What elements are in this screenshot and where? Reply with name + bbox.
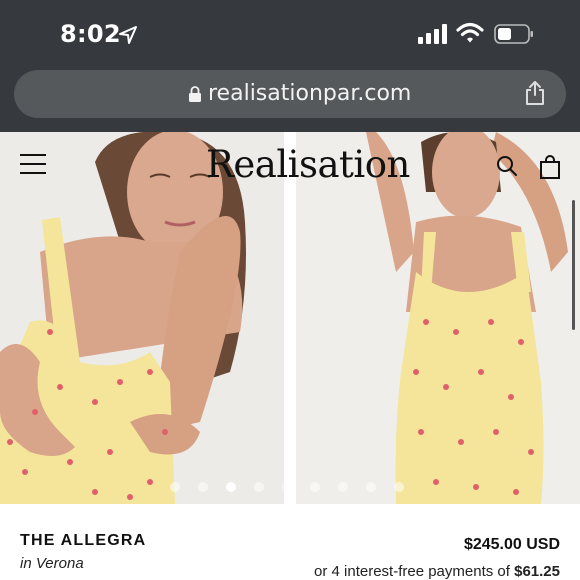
installments-prefix: or 4 interest-free payments of: [314, 563, 510, 580]
product-image-gallery[interactable]: [0, 132, 580, 504]
location-arrow-icon: [119, 26, 137, 44]
battery-icon: [494, 24, 533, 44]
pagination-dot[interactable]: [366, 482, 376, 492]
pagination-dot-active[interactable]: [226, 482, 236, 492]
installments-amount: $61.25: [514, 563, 560, 580]
share-icon[interactable]: [524, 80, 546, 106]
gallery-pagination: [170, 482, 410, 494]
product-color: in Verona: [20, 555, 84, 572]
product-photo-1[interactable]: [0, 132, 284, 504]
pagination-dot[interactable]: [310, 482, 320, 492]
scrollbar[interactable]: [572, 200, 575, 330]
pagination-dot[interactable]: [198, 482, 208, 492]
menu-icon[interactable]: [20, 152, 48, 176]
pagination-dot[interactable]: [394, 482, 404, 492]
pagination-dot[interactable]: [338, 482, 348, 492]
brand-logo[interactable]: Realisation: [206, 143, 410, 186]
product-color-prefix: in: [20, 555, 32, 572]
pagination-dot[interactable]: [282, 482, 292, 492]
pagination-dot[interactable]: [254, 482, 264, 492]
product-color-value: Verona: [35, 555, 84, 572]
product-photo-2[interactable]: [296, 132, 580, 504]
lock-icon: [189, 86, 201, 102]
installments-text: or 4 interest-free payments of $61.25: [314, 563, 560, 580]
product-name: THE ALLEGRA: [20, 532, 147, 549]
url-text[interactable]: realisationpar.com: [208, 81, 411, 106]
wifi-icon: [456, 22, 484, 43]
pagination-dot[interactable]: [170, 482, 180, 492]
product-price: $245.00 USD: [463, 536, 560, 553]
shopping-bag-icon[interactable]: [540, 155, 560, 179]
signal-icon: [418, 24, 447, 44]
search-icon[interactable]: [496, 155, 518, 177]
status-time: 8:02: [60, 20, 121, 48]
